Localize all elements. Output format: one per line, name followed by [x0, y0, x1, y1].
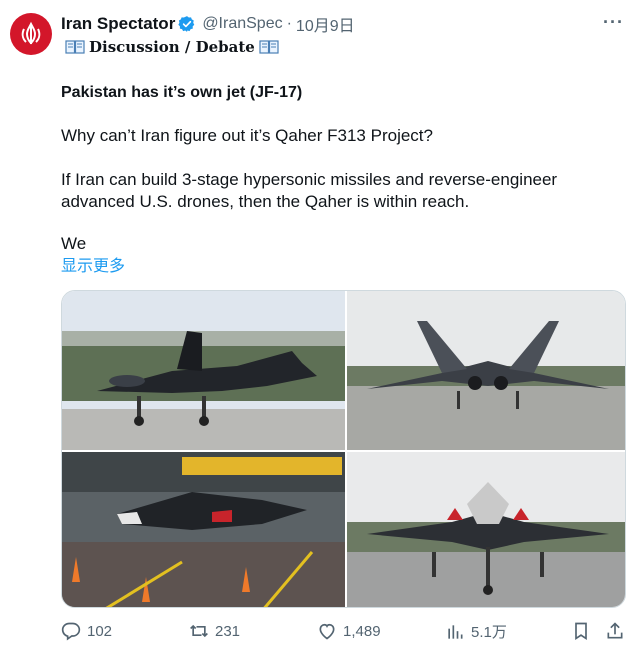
timestamp[interactable]: 10月9日	[296, 12, 355, 36]
verified-badge-icon	[178, 16, 195, 32]
avatar[interactable]	[10, 13, 52, 55]
reply-icon	[61, 622, 81, 641]
photo-jet-side[interactable]	[62, 291, 345, 450]
subline: Discussion / Debate	[61, 38, 283, 56]
display-name[interactable]: Iran Spectator	[61, 14, 175, 34]
more-icon[interactable]: ···	[603, 12, 624, 33]
action-bar: 102 231 1,489 5.1万	[61, 621, 631, 645]
like-button[interactable]: 1,489	[317, 621, 381, 641]
photo-jet-front[interactable]	[347, 291, 625, 450]
book-icon	[65, 40, 85, 54]
bookmark-button[interactable]	[571, 621, 597, 641]
tweet-paragraph: Why can’t Iran figure out it’s Qaher F31…	[61, 126, 433, 145]
handle[interactable]: @IranSpec	[202, 15, 282, 33]
share-icon	[607, 622, 623, 639]
like-count: 1,489	[343, 622, 381, 640]
subline-text: Discussion / Debate	[89, 38, 255, 56]
share-button[interactable]	[605, 621, 631, 641]
photo-jet-nose[interactable]	[347, 452, 625, 607]
repost-icon	[190, 624, 208, 638]
show-more-link[interactable]: 显示更多	[61, 256, 125, 278]
views-button[interactable]: 5.1万	[445, 621, 507, 642]
like-icon	[319, 623, 335, 640]
reply-count: 102	[87, 622, 113, 640]
tweet-line: If Iran can build 3-stage hypersonic mis…	[61, 170, 558, 189]
iran-emblem-icon	[21, 21, 41, 45]
tweet-title: Pakistan has it’s own jet (JF-17)	[61, 84, 303, 101]
tweet-line: advanced U.S. drones, then the Qaher is …	[61, 192, 470, 211]
tweet-header: Iran Spectator @IranSpec · 10月9日	[61, 12, 355, 36]
views-icon	[448, 624, 463, 639]
photo-jet-hangar[interactable]	[62, 452, 345, 607]
separator-dot: ·	[286, 15, 292, 32]
repost-button[interactable]: 231	[189, 621, 240, 641]
book-icon	[259, 40, 279, 54]
reply-button[interactable]: 102	[61, 621, 112, 641]
view-count: 5.1万	[471, 624, 507, 641]
repost-count: 231	[215, 622, 241, 640]
tweet-paragraph: We	[61, 234, 87, 253]
bookmark-icon	[575, 622, 587, 641]
tweet-paragraph: If Iran can build 3-stage hypersonic mis…	[61, 169, 557, 213]
media-grid	[61, 290, 626, 608]
